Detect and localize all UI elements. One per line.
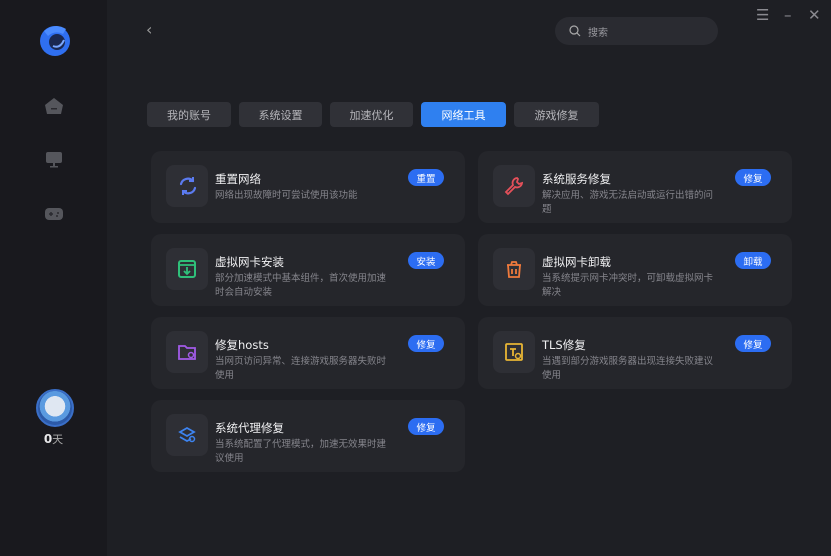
download-box-icon [166,248,208,290]
close-button[interactable]: ✕ [808,6,821,24]
card-action-button[interactable]: 修复 [735,169,771,186]
tls-icon [493,331,535,373]
tool-card: 系统代理修复 当系统配置了代理模式，加速无效果时建议使用 修复 [151,400,465,472]
card-description: 当遇到部分游戏服务器出现连接失败建议使用 [542,356,714,381]
sidebar: 0天 [0,0,107,556]
tab-4[interactable]: 网络工具 [421,102,506,127]
folder-gear-icon [166,331,208,373]
card-title: 虚拟网卡卸载 [542,255,611,269]
card-action-button[interactable]: 修复 [408,418,444,435]
menu-icon[interactable]: ☰ [756,6,769,24]
app-logo-icon [40,25,70,56]
tool-card: TLS修复 当遇到部分游戏服务器出现连接失败建议使用 修复 [478,317,792,389]
card-title: 修复hosts [215,338,269,352]
card-title: 系统代理修复 [215,421,284,435]
tab-3[interactable]: 加速优化 [330,102,413,127]
tab-1[interactable]: 我的账号 [147,102,231,127]
search-icon [569,25,581,37]
card-title: 虚拟网卡安装 [215,255,284,269]
card-action-button[interactable]: 安装 [408,252,444,269]
card-action-button[interactable]: 修复 [408,335,444,352]
minimize-button[interactable]: – [784,6,792,24]
trash-icon [493,248,535,290]
days-unit: 天 [52,433,64,446]
proxy-icon [166,414,208,456]
tab-2[interactable]: 系统设置 [239,102,322,127]
tool-card: 系统服务修复 解决应用、游戏无法启动或运行出错的问题 修复 [478,151,792,223]
tool-card: 虚拟网卡卸载 当系统提示网卡冲突时，可卸载虚拟网卡解决 卸载 [478,234,792,306]
days-value: 0 [43,432,53,446]
tool-card: 虚拟网卡安装 部分加速模式中基本组件，首次使用加速时会自动安装 安装 [151,234,465,306]
days-remaining: 0天 [0,431,107,447]
card-description: 当系统提示网卡冲突时，可卸载虚拟网卡解决 [542,273,714,298]
card-action-button[interactable]: 修复 [735,335,771,352]
tab-5[interactable]: 游戏修复 [514,102,599,127]
card-title: TLS修复 [542,338,586,352]
card-description: 解决应用、游戏无法启动或运行出错的问题 [542,190,714,215]
tool-card: 重置网络 网络出现故障时可尝试使用该功能 重置 [151,151,465,223]
gamepad-icon[interactable] [44,205,64,223]
card-action-button[interactable]: 卸载 [735,252,771,269]
card-title: 系统服务修复 [542,172,611,186]
home-icon[interactable] [44,97,64,115]
tool-card: 修复hosts 当网页访问异常、连接游戏服务器失败时使用 修复 [151,317,465,389]
card-description: 网络出现故障时可尝试使用该功能 [215,190,358,201]
search-input[interactable]: 搜索 [555,17,718,45]
card-action-button[interactable]: 重置 [408,169,444,186]
card-description: 部分加速模式中基本组件，首次使用加速时会自动安装 [215,273,387,298]
search-placeholder: 搜索 [588,27,608,39]
monitor-icon[interactable] [44,151,64,169]
avatar[interactable] [36,389,74,427]
tab-bar: 我的账号 系统设置 加速优化 网络工具 游戏修复 [147,102,599,127]
wrench-icon [493,165,535,207]
refresh-icon [166,165,208,207]
card-description: 当系统配置了代理模式，加速无效果时建议使用 [215,439,387,464]
card-title: 重置网络 [215,172,261,186]
back-button[interactable]: ‹ [146,20,152,39]
card-description: 当网页访问异常、连接游戏服务器失败时使用 [215,356,387,381]
